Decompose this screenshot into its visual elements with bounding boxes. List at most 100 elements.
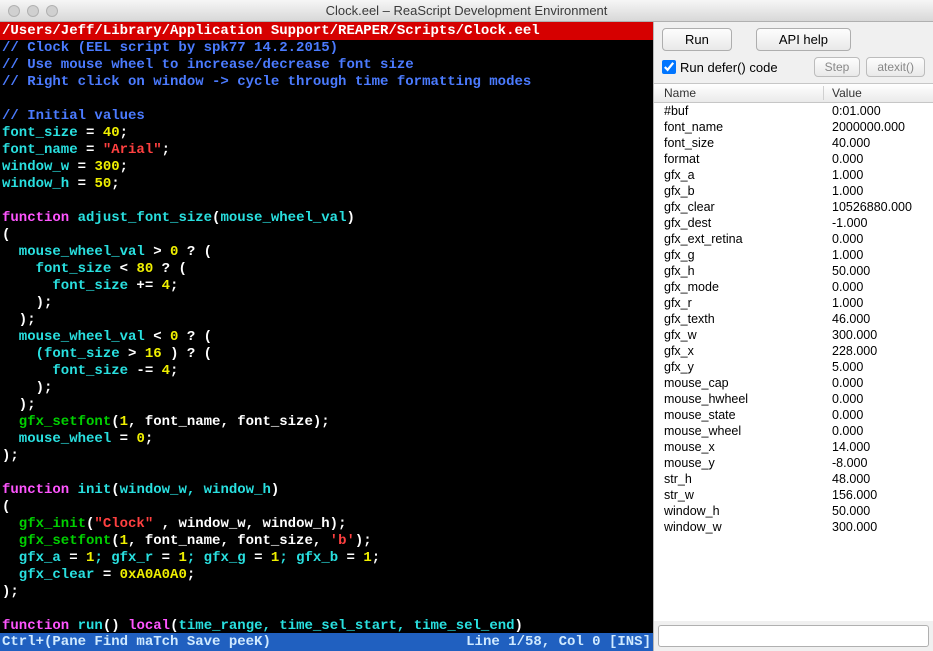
column-header-name[interactable]: Name — [654, 86, 824, 100]
variable-name: mouse_state — [654, 408, 824, 422]
variable-value: 50.000 — [824, 264, 933, 278]
run-button[interactable]: Run — [662, 28, 732, 51]
variable-row[interactable]: window_w300.000 — [654, 519, 933, 535]
file-path-bar: /Users/Jeff/Library/Application Support/… — [0, 22, 653, 40]
side-panel: Run API help Run defer() code Step atexi… — [653, 22, 933, 651]
variable-value: 0.000 — [824, 392, 933, 406]
variable-row[interactable]: gfx_y5.000 — [654, 359, 933, 375]
api-help-button[interactable]: API help — [756, 28, 851, 51]
close-window-button[interactable] — [8, 5, 20, 17]
variables-header: Name Value — [654, 83, 933, 103]
run-defer-checkbox[interactable] — [662, 60, 676, 74]
variable-row[interactable]: mouse_state0.000 — [654, 407, 933, 423]
variable-row[interactable]: gfx_x228.000 — [654, 343, 933, 359]
variable-name: window_w — [654, 520, 824, 534]
column-header-value[interactable]: Value — [824, 86, 933, 100]
variable-row[interactable]: mouse_y-8.000 — [654, 455, 933, 471]
variable-value: 0.000 — [824, 280, 933, 294]
variable-row[interactable]: font_name2000000.000 — [654, 119, 933, 135]
variable-value: 0.000 — [824, 424, 933, 438]
variable-value: 46.000 — [824, 312, 933, 326]
variable-row[interactable]: gfx_w300.000 — [654, 327, 933, 343]
variable-name: gfx_r — [654, 296, 824, 310]
variable-value: 1.000 — [824, 168, 933, 182]
variable-value: 0.000 — [824, 232, 933, 246]
step-button[interactable]: Step — [814, 57, 861, 77]
variable-name: mouse_cap — [654, 376, 824, 390]
run-defer-label: Run defer() code — [680, 60, 778, 75]
variable-row[interactable]: mouse_wheel0.000 — [654, 423, 933, 439]
variable-row[interactable]: gfx_a1.000 — [654, 167, 933, 183]
variable-row[interactable]: gfx_texth46.000 — [654, 311, 933, 327]
variable-name: gfx_x — [654, 344, 824, 358]
variable-name: gfx_dest — [654, 216, 824, 230]
variable-row[interactable]: #buf0:01.000 — [654, 103, 933, 119]
variable-value: 0:01.000 — [824, 104, 933, 118]
variable-name: mouse_wheel — [654, 424, 824, 438]
variable-value: 40.000 — [824, 136, 933, 150]
variable-row[interactable]: gfx_h50.000 — [654, 263, 933, 279]
variable-name: font_size — [654, 136, 824, 150]
variable-name: gfx_a — [654, 168, 824, 182]
variable-row[interactable]: window_h50.000 — [654, 503, 933, 519]
variable-name: gfx_g — [654, 248, 824, 262]
status-left: Ctrl+(Pane Find maTch Save peeK) — [2, 634, 271, 650]
variable-value: 156.000 — [824, 488, 933, 502]
variable-name: format — [654, 152, 824, 166]
variable-value: 0.000 — [824, 408, 933, 422]
variable-row[interactable]: gfx_ext_retina0.000 — [654, 231, 933, 247]
status-right: Line 1/58, Col 0 [INS] — [466, 634, 651, 650]
variable-name: mouse_y — [654, 456, 824, 470]
variable-name: gfx_b — [654, 184, 824, 198]
variable-name: gfx_y — [654, 360, 824, 374]
variable-name: gfx_mode — [654, 280, 824, 294]
variable-name: gfx_h — [654, 264, 824, 278]
variable-value: 0.000 — [824, 376, 933, 390]
variable-name: gfx_clear — [654, 200, 824, 214]
variable-row[interactable]: mouse_cap0.000 — [654, 375, 933, 391]
variable-value: 300.000 — [824, 520, 933, 534]
variable-row[interactable]: font_size40.000 — [654, 135, 933, 151]
variable-name: mouse_x — [654, 440, 824, 454]
variable-value: 48.000 — [824, 472, 933, 486]
variable-row[interactable]: mouse_hwheel0.000 — [654, 391, 933, 407]
variable-row[interactable]: mouse_x14.000 — [654, 439, 933, 455]
variable-name: #buf — [654, 104, 824, 118]
variable-value: 0.000 — [824, 152, 933, 166]
variable-value: 300.000 — [824, 328, 933, 342]
variable-name: gfx_w — [654, 328, 824, 342]
variable-value: 1.000 — [824, 248, 933, 262]
variable-row[interactable]: str_h48.000 — [654, 471, 933, 487]
variable-value: -8.000 — [824, 456, 933, 470]
variable-value: 228.000 — [824, 344, 933, 358]
editor-status-bar: Ctrl+(Pane Find maTch Save peeK) Line 1/… — [0, 633, 653, 651]
run-defer-checkbox-wrap[interactable]: Run defer() code — [662, 60, 778, 75]
side-input[interactable] — [658, 625, 929, 647]
variable-value: 10526880.000 — [824, 200, 933, 214]
code-editor[interactable]: // Clock (EEL script by spk77 14.2.2015)… — [0, 40, 653, 633]
variable-name: mouse_hwheel — [654, 392, 824, 406]
variable-row[interactable]: gfx_g1.000 — [654, 247, 933, 263]
variable-value: 50.000 — [824, 504, 933, 518]
variable-row[interactable]: format0.000 — [654, 151, 933, 167]
variable-name: str_h — [654, 472, 824, 486]
variables-list[interactable]: #buf0:01.000font_name2000000.000font_siz… — [654, 103, 933, 621]
variable-row[interactable]: str_w156.000 — [654, 487, 933, 503]
variable-value: 5.000 — [824, 360, 933, 374]
window-titlebar: Clock.eel – ReaScript Development Enviro… — [0, 0, 933, 22]
zoom-window-button[interactable] — [46, 5, 58, 17]
variable-row[interactable]: gfx_dest-1.000 — [654, 215, 933, 231]
variable-value: 14.000 — [824, 440, 933, 454]
variable-row[interactable]: gfx_b1.000 — [654, 183, 933, 199]
variable-name: gfx_ext_retina — [654, 232, 824, 246]
variable-name: str_w — [654, 488, 824, 502]
atexit-button[interactable]: atexit() — [866, 57, 925, 77]
variable-row[interactable]: gfx_mode0.000 — [654, 279, 933, 295]
variable-row[interactable]: gfx_clear10526880.000 — [654, 199, 933, 215]
variable-row[interactable]: gfx_r1.000 — [654, 295, 933, 311]
minimize-window-button[interactable] — [27, 5, 39, 17]
variable-name: font_name — [654, 120, 824, 134]
variable-name: gfx_texth — [654, 312, 824, 326]
variable-value: 1.000 — [824, 296, 933, 310]
variable-value: -1.000 — [824, 216, 933, 230]
